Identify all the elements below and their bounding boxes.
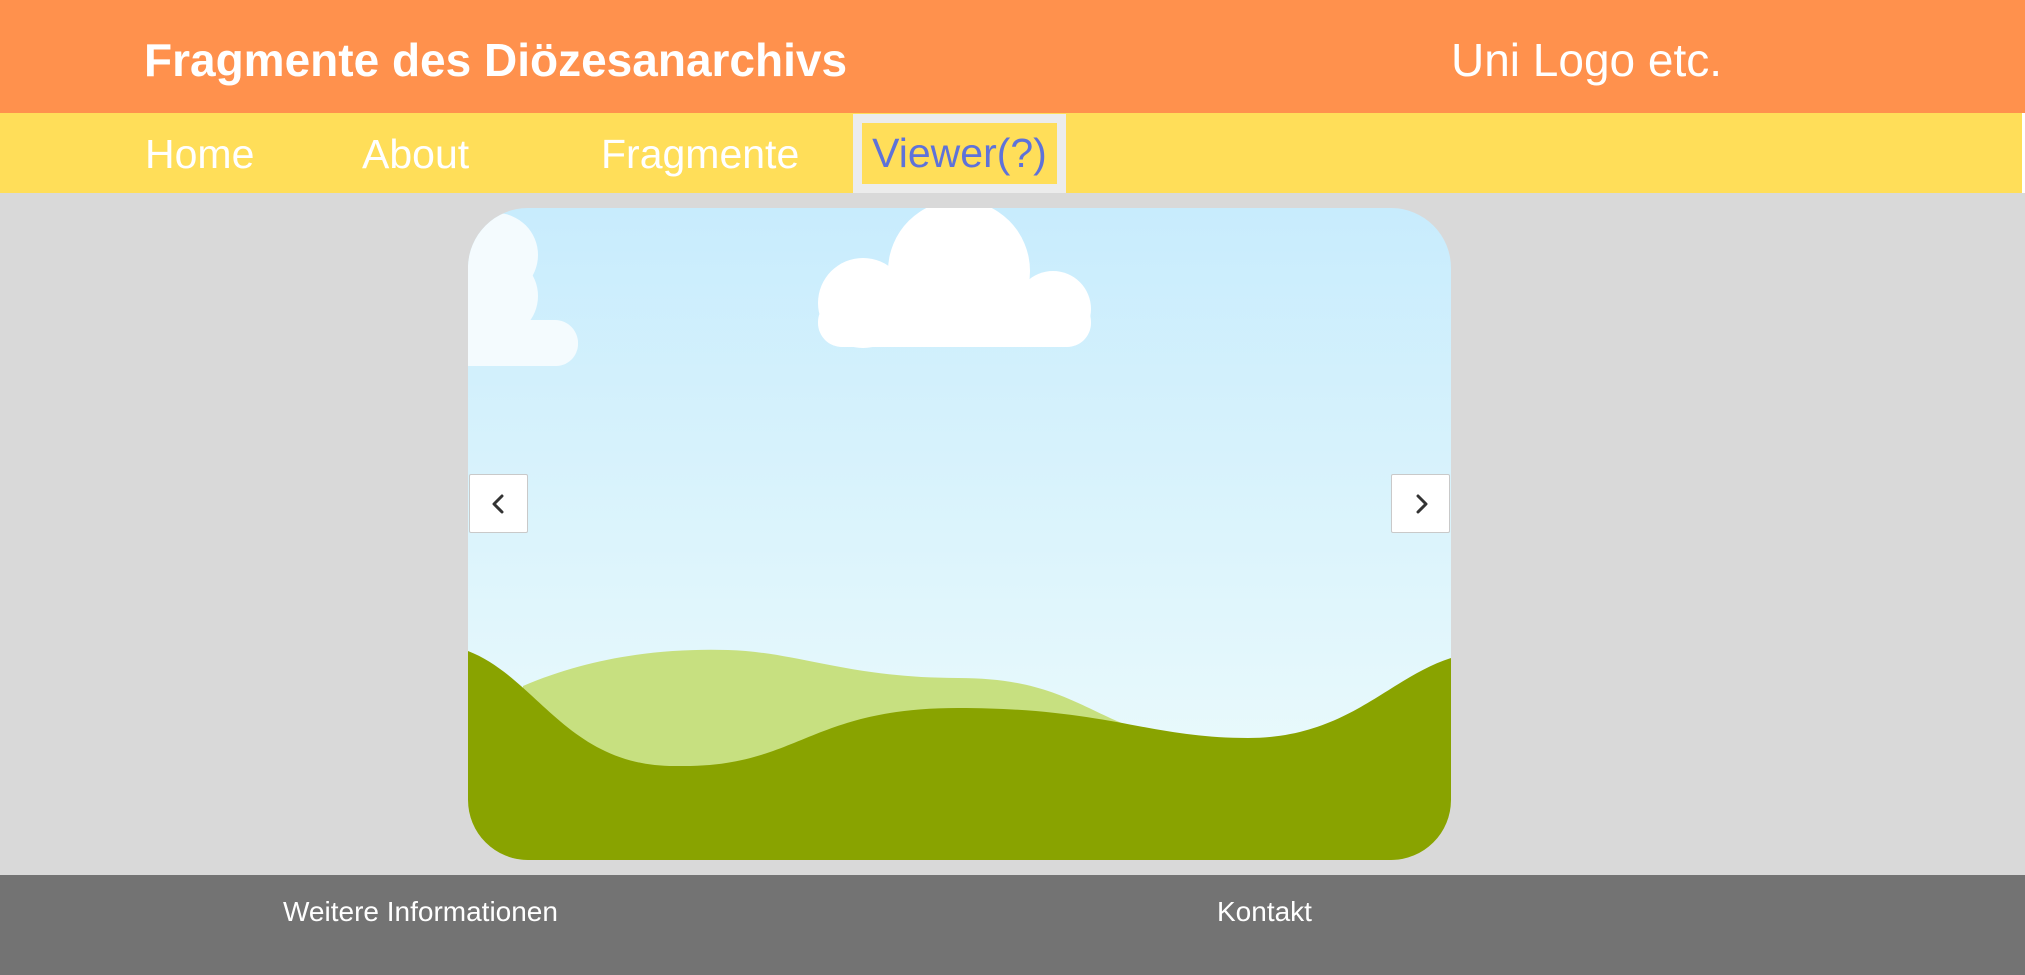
main-navigation: Home About Fragmente Viewer(?) (0, 113, 2025, 193)
previous-image-button[interactable] (469, 474, 528, 533)
image-viewer (468, 208, 1451, 860)
chevron-right-icon (1416, 494, 1427, 513)
nav-item-viewer[interactable]: Viewer(?) (853, 114, 1066, 193)
next-image-button[interactable] (1391, 474, 1450, 533)
nav-item-home[interactable]: Home (145, 130, 254, 179)
footer-link-weitere-informationen[interactable]: Weitere Informationen (283, 895, 558, 929)
site-header: Fragmente des Diözesanarchivs Uni Logo e… (0, 0, 2025, 113)
nav-item-about[interactable]: About (362, 130, 469, 179)
nav-item-fragmente[interactable]: Fragmente (601, 130, 799, 179)
landscape-placeholder-image (468, 208, 1451, 860)
site-footer: Weitere Informationen Kontakt (0, 875, 2025, 975)
nav-item-viewer-label: Viewer(?) (872, 130, 1047, 176)
uni-logo-placeholder: Uni Logo etc. (1451, 34, 1723, 86)
site-title: Fragmente des Diözesanarchivs (144, 34, 848, 86)
chevron-left-icon (492, 494, 503, 513)
footer-link-kontakt[interactable]: Kontakt (1217, 895, 1312, 929)
